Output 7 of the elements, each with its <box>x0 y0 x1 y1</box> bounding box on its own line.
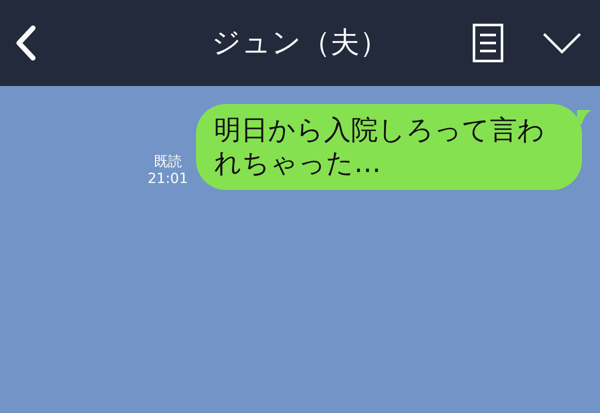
read-receipt: 既読 <box>154 154 182 171</box>
chat-title: ジュン（夫） <box>212 24 388 61</box>
chevron-down-icon[interactable] <box>542 32 582 54</box>
message-text: 明日から入院しろって言われちゃった… <box>214 114 546 180</box>
notes-icon[interactable] <box>472 23 504 63</box>
message-time: 21:01 <box>148 171 188 188</box>
back-icon[interactable] <box>14 25 38 61</box>
